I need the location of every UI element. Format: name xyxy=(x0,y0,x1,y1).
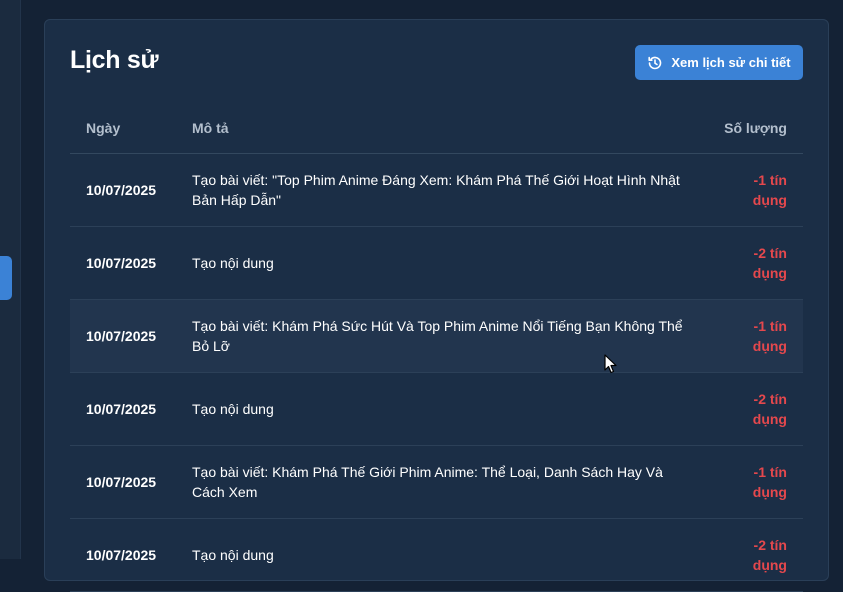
history-table: Ngày Mô tả Số lượng 10/07/2025 Tạo bài v… xyxy=(70,108,803,592)
row-date: 10/07/2025 xyxy=(86,328,157,344)
sidebar-toggle-tab[interactable] xyxy=(0,256,12,300)
header-quantity: Số lượng xyxy=(724,120,787,136)
table-row: 10/07/2025 Tạo nội dung -2 tín dụng xyxy=(70,227,803,300)
table-header: Ngày Mô tả Số lượng xyxy=(70,108,803,154)
history-icon xyxy=(647,55,663,71)
header-description: Mô tả xyxy=(192,120,229,136)
row-description: Tạo bài viết: "Top Phim Anime Đáng Xem: … xyxy=(192,172,680,208)
history-card: Lịch sử Xem lịch sử chi tiết Ngày Mô tả … xyxy=(44,19,829,592)
table-row: 10/07/2025 Tạo bài viết: Khám Phá Sức Hú… xyxy=(70,300,803,373)
row-date: 10/07/2025 xyxy=(86,474,157,490)
row-quantity: -2 tín dụng xyxy=(752,245,787,281)
row-quantity: -2 tín dụng xyxy=(752,537,787,573)
row-description: Tạo bài viết: Khám Phá Sức Hút Và Top Ph… xyxy=(192,318,683,354)
row-description: Tạo bài viết: Khám Phá Thế Giới Phim Ani… xyxy=(192,464,663,500)
view-detailed-history-label: Xem lịch sử chi tiết xyxy=(671,55,791,70)
row-date: 10/07/2025 xyxy=(86,547,157,563)
header-date: Ngày xyxy=(86,120,121,136)
table-row: 10/07/2025 Tạo bài viết: Khám Phá Thế Gi… xyxy=(70,446,803,519)
view-detailed-history-button[interactable]: Xem lịch sử chi tiết xyxy=(635,45,803,80)
row-quantity: -1 tín dụng xyxy=(752,318,787,354)
page-title: Lịch sử xyxy=(70,46,159,74)
row-quantity: -1 tín dụng xyxy=(752,172,787,208)
row-date: 10/07/2025 xyxy=(86,182,157,198)
table-row: 10/07/2025 Tạo bài viết: "Top Phim Anime… xyxy=(70,154,803,227)
row-description: Tạo nội dung xyxy=(192,255,274,271)
row-quantity: -1 tín dụng xyxy=(752,464,787,500)
row-quantity: -2 tín dụng xyxy=(752,391,787,427)
row-date: 10/07/2025 xyxy=(86,401,157,417)
row-description: Tạo nội dung xyxy=(192,401,274,417)
table-row: 10/07/2025 Tạo nội dung -2 tín dụng xyxy=(70,373,803,446)
mouse-cursor-icon xyxy=(604,354,618,379)
row-description: Tạo nội dung xyxy=(192,547,274,563)
table-row: 10/07/2025 Tạo nội dung -2 tín dụng xyxy=(70,519,803,592)
row-date: 10/07/2025 xyxy=(86,255,157,271)
